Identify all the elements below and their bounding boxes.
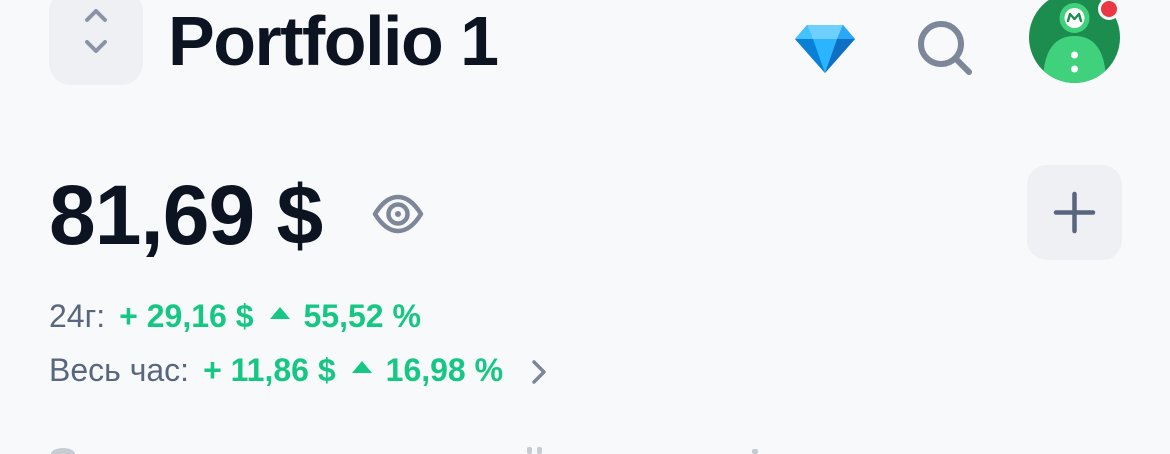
- chevron-up-down-icon: [85, 9, 107, 53]
- portfolio-title[interactable]: Portfolio 1: [168, 1, 499, 81]
- chevron-right-icon[interactable]: [529, 357, 549, 387]
- plus-icon: [1053, 191, 1096, 234]
- search-icon[interactable]: [915, 18, 975, 78]
- change-24h-label: 24г:: [49, 298, 106, 334]
- portfolio-switcher-button[interactable]: [49, 0, 143, 85]
- change-all-time-row[interactable]: Весь час: + 11,86 $ 16,98 %: [49, 350, 549, 390]
- change-24h-pct: 55,52 %: [303, 298, 421, 334]
- portfolio-screen: Portfolio 1 81,69 $ 24г: + 29,16 $ 55,52…: [0, 0, 1170, 454]
- truncated-text-fragment: [51, 447, 758, 454]
- up-triangle-icon: [351, 361, 372, 373]
- change-all-time-abs: + 11,86 $: [203, 352, 336, 388]
- change-24h-abs: + 29,16 $: [119, 298, 254, 334]
- up-triangle-icon: [269, 307, 290, 319]
- diamond-icon[interactable]: [793, 23, 857, 75]
- portfolio-balance: 81,69 $: [49, 168, 323, 262]
- change-all-time-label: Весь час:: [49, 352, 190, 388]
- change-24h-row: 24г: + 29,16 $ 55,52 %: [49, 296, 421, 336]
- change-all-time-pct: 16,98 %: [385, 352, 504, 388]
- add-transaction-button[interactable]: [1027, 165, 1122, 260]
- eye-icon[interactable]: [371, 194, 425, 234]
